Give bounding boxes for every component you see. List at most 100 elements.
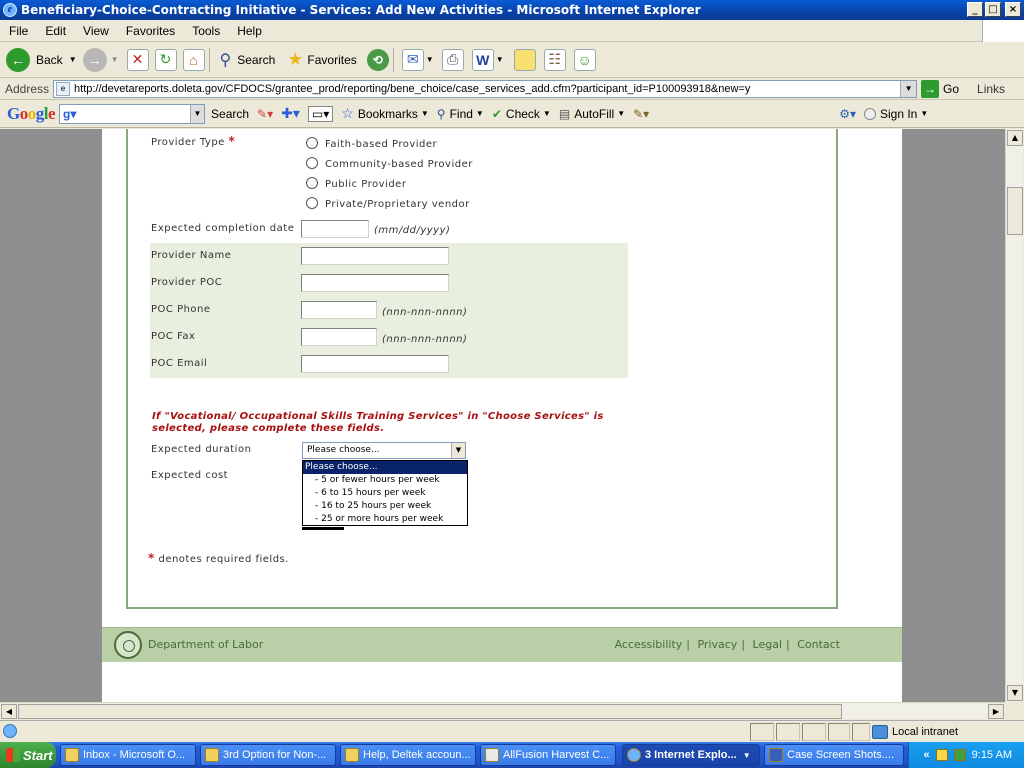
history-icon[interactable]: ⟲ <box>366 48 389 71</box>
clock[interactable]: 9:15 AM <box>972 749 1012 761</box>
menu-help[interactable]: Help <box>228 24 270 38</box>
menu-edit[interactable]: Edit <box>36 24 74 38</box>
menu-file[interactable]: File <box>0 24 36 38</box>
search-label: Search <box>237 52 276 67</box>
menu-view[interactable]: View <box>74 24 117 38</box>
google-search-dropdown-icon[interactable]: ▼ <box>190 104 205 123</box>
mail-dropdown-icon[interactable]: ▼ <box>426 55 434 64</box>
footer-links: Accessibility | Privacy | Legal | Contact <box>614 638 840 651</box>
horizontal-scroll-thumb[interactable] <box>18 704 842 719</box>
print-icon[interactable]: ⎙ <box>441 48 464 71</box>
back-dropdown-icon[interactable]: ▼ <box>69 55 77 64</box>
autofill-button[interactable]: ▤ AutoFill ▼ <box>559 107 625 121</box>
maximize-button[interactable]: □ <box>985 2 1001 17</box>
forward-dropdown-icon[interactable]: ▼ <box>111 55 119 64</box>
taskbar-item-inbox[interactable]: Inbox - Microsoft O... <box>60 744 196 766</box>
pagerank-icon[interactable]: ✎▾ <box>257 107 273 121</box>
completion-date-input[interactable] <box>301 220 369 238</box>
footer-link-contact[interactable]: Contact <box>797 638 840 651</box>
provider-poc-input[interactable] <box>301 274 449 292</box>
back-button[interactable]: ← Back ▼ <box>6 45 77 75</box>
network-tray-icon[interactable] <box>953 749 966 761</box>
poc-fax-input[interactable] <box>301 328 377 346</box>
footer-link-privacy[interactable]: Privacy <box>697 638 737 651</box>
address-dropdown-icon[interactable]: ▼ <box>900 80 917 97</box>
footer-link-accessibility[interactable]: Accessibility <box>615 638 683 651</box>
mail-tray-icon[interactable] <box>935 749 948 761</box>
highlight-icon[interactable]: ✎▾ <box>633 107 649 121</box>
home-icon[interactable]: ⌂ <box>182 48 205 71</box>
google-plus-icon[interactable]: ✚▾ <box>281 105 300 122</box>
menu-favorites[interactable]: Favorites <box>117 24 183 38</box>
go-label: Go <box>943 81 960 96</box>
taskbar-item-help-deltek[interactable]: Help, Deltek accoun... <box>340 744 476 766</box>
go-button[interactable]: → Go <box>921 79 960 98</box>
poc-fax-hint: (nnn-nnn-nnnn) <box>382 334 468 345</box>
sign-in-icon <box>863 107 876 120</box>
address-url: http://devetareports.doleta.gov/CFDOCS/g… <box>74 82 751 95</box>
stop-icon[interactable]: ✕ <box>126 48 149 71</box>
start-button[interactable]: Start <box>0 742 56 768</box>
taskbar-item-3rd-option[interactable]: 3rd Option for Non-... <box>200 744 336 766</box>
provider-type-label: Provider Type * <box>151 134 236 148</box>
edit-dropdown-icon[interactable]: ▼ <box>496 55 504 64</box>
bookmarks-button[interactable]: ☆ Bookmarks ▼ <box>341 105 429 122</box>
google-search-button[interactable]: Search <box>211 107 249 121</box>
mail-message-icon <box>345 748 359 762</box>
edit-word-icon[interactable]: W <box>471 48 494 71</box>
menu-tools[interactable]: Tools <box>183 24 228 38</box>
poc-fax-label: POC Fax <box>151 331 196 342</box>
radio-faith-based[interactable] <box>306 137 318 149</box>
taskbar-item-internet-explorer[interactable]: 3 Internet Explo... ▼ <box>622 744 760 766</box>
links-button[interactable]: Links <box>977 82 1005 96</box>
radio-label-public: Public Provider <box>325 179 407 190</box>
mail-icon[interactable]: ✉ <box>401 48 424 71</box>
provider-name-input[interactable] <box>301 247 449 265</box>
settings-wrench-icon[interactable]: ⚙▾ <box>839 107 856 121</box>
outlook-icon <box>65 748 79 762</box>
chevron-down-icon[interactable]: ▼ <box>451 443 465 458</box>
check-button[interactable]: ✔ Check ▼ <box>492 107 551 121</box>
scroll-left-icon[interactable]: ◀ <box>1 704 17 719</box>
close-button[interactable]: × <box>1005 2 1021 17</box>
tray-expand-icon[interactable]: « <box>924 749 930 761</box>
discuss-icon[interactable] <box>513 48 536 71</box>
forward-button[interactable]: → ▼ <box>82 45 119 75</box>
messenger-icon[interactable]: ☺ <box>573 48 596 71</box>
poc-email-input[interactable] <box>301 355 449 373</box>
dropdown-option[interactable]: - 16 to 25 hours per week <box>303 500 467 513</box>
sign-in-button[interactable]: Sign In ▼ <box>863 107 928 121</box>
horizontal-scrollbar[interactable]: ◀ ▶ <box>0 702 1005 719</box>
scroll-down-icon[interactable]: ▼ <box>1007 685 1023 701</box>
find-button[interactable]: ⚲ Find ▼ <box>437 107 484 121</box>
windows-logo-icon <box>982 20 1024 42</box>
poc-phone-input[interactable] <box>301 301 377 319</box>
taskbar-item-case-screen-shots[interactable]: Case Screen Shots.... <box>764 744 904 766</box>
radio-community-based[interactable] <box>306 157 318 169</box>
popup-blocker-icon[interactable]: ▭▾ <box>307 105 334 122</box>
dropdown-option[interactable]: - 6 to 15 hours per week <box>303 487 467 500</box>
security-zone-label: Local intranet <box>892 726 959 738</box>
web-page: Provider Type * Faith-based Provider Com… <box>102 129 902 702</box>
google-search-input[interactable]: g▾ ▼ <box>59 103 206 124</box>
research-icon[interactable]: ☷ <box>543 48 566 71</box>
vertical-scrollbar[interactable]: ▲ ▼ <box>1005 129 1023 702</box>
refresh-icon[interactable]: ↻ <box>154 48 177 71</box>
footer-link-legal[interactable]: Legal <box>753 638 782 651</box>
dropdown-option[interactable]: - 25 or more hours per week <box>303 513 467 526</box>
radio-private[interactable] <box>306 197 318 209</box>
minimize-button[interactable]: _ <box>967 2 983 17</box>
duration-dropdown-list: Please choose... - 5 or fewer hours per … <box>302 460 468 526</box>
required-fields-note: * denotes required fields. <box>148 551 289 565</box>
scroll-up-icon[interactable]: ▲ <box>1007 130 1023 146</box>
vertical-scroll-thumb[interactable] <box>1007 187 1023 235</box>
dropdown-option[interactable]: - 5 or fewer hours per week <box>303 474 467 487</box>
search-button[interactable]: ⚲ Search <box>220 45 276 75</box>
favorites-button[interactable]: ★ Favorites <box>287 45 357 75</box>
address-input[interactable]: e http://devetareports.doleta.gov/CFDOCS… <box>53 79 918 98</box>
scroll-right-icon[interactable]: ▶ <box>988 704 1004 719</box>
taskbar-item-allfusion[interactable]: AllFusion Harvest C... <box>480 744 616 766</box>
dropdown-option[interactable]: Please choose... <box>303 461 467 474</box>
expected-duration-select[interactable]: Please choose... ▼ <box>302 442 466 459</box>
radio-public[interactable] <box>306 177 318 189</box>
